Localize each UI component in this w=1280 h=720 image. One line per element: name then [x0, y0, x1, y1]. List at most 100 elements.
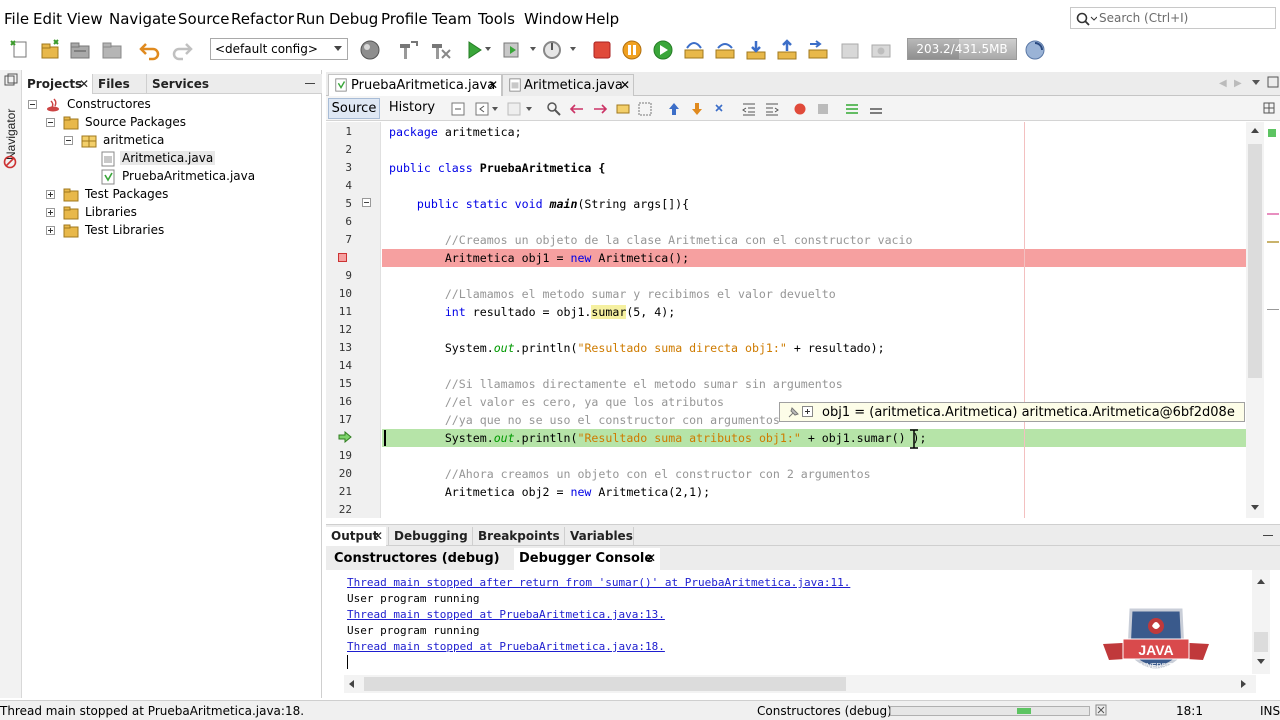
chevron-down-icon[interactable]	[485, 47, 491, 51]
source-tab[interactable]: Source	[328, 98, 380, 119]
stripe-marker[interactable]	[1267, 213, 1279, 215]
back-icon[interactable]	[474, 101, 490, 117]
menu-refactor[interactable]: Refactor	[231, 10, 294, 28]
menu-view[interactable]: View	[67, 10, 103, 28]
scrollbar-thumb[interactable]	[364, 677, 846, 691]
scroll-left-icon[interactable]: ◀	[1219, 78, 1227, 89]
new-file-icon[interactable]	[8, 38, 32, 62]
menu-navigate[interactable]: Navigate	[109, 10, 176, 28]
menu-edit[interactable]: Edit	[33, 10, 62, 28]
maximize-icon[interactable]	[1267, 76, 1279, 88]
tab-breakpoints[interactable]: Breakpoints	[472, 527, 564, 547]
scroll-right-icon[interactable]	[1241, 680, 1246, 688]
close-icon[interactable]: ✕	[620, 78, 630, 92]
globe-icon[interactable]	[358, 38, 382, 62]
fold-icon[interactable]	[362, 198, 371, 207]
collapse-icon[interactable]	[28, 100, 37, 109]
tab-pruebaaritmetica-java[interactable]: PruebaAritmetica.java ✕	[328, 74, 502, 96]
scrollbar-thumb[interactable]	[1254, 632, 1268, 652]
stop-icon[interactable]	[590, 38, 614, 62]
menu-team[interactable]: Team	[432, 10, 472, 28]
debug-project-icon[interactable]	[500, 38, 524, 62]
navigator-close-icon[interactable]	[3, 155, 17, 169]
toggle-highlight-icon[interactable]	[637, 101, 653, 117]
window-restore-icon[interactable]	[4, 73, 18, 87]
close-icon[interactable]: ✕	[646, 551, 656, 565]
tree-node-pruebaaritmetica-java[interactable]: PruebaAritmetica.java	[98, 168, 306, 186]
find-icon[interactable]	[546, 101, 562, 117]
step-over-expression-icon[interactable]	[713, 38, 737, 62]
undo-icon[interactable]	[138, 38, 162, 62]
tab-aritmetica-java[interactable]: Aritmetica.java ✕	[502, 74, 634, 96]
scroll-down-icon[interactable]	[1251, 505, 1259, 510]
new-project-icon[interactable]	[38, 38, 62, 62]
find-selection-icon[interactable]	[615, 101, 631, 117]
next-bookmark-icon[interactable]	[689, 101, 705, 117]
scroll-right-icon[interactable]: ▶	[1234, 78, 1242, 89]
expand-icon[interactable]	[46, 190, 55, 199]
garbage-collect-icon[interactable]	[1023, 38, 1047, 62]
tree-node-test-packages[interactable]: Test Packages	[44, 186, 306, 204]
scroll-up-icon[interactable]	[1257, 579, 1265, 584]
memory-usage-bar[interactable]: 203.2/431.5MB	[907, 38, 1017, 60]
step-over-icon[interactable]	[682, 38, 706, 62]
chevron-down-icon[interactable]	[570, 47, 576, 51]
chevron-down-icon[interactable]	[530, 47, 536, 51]
step-into-icon[interactable]	[744, 38, 768, 62]
build-icon[interactable]	[396, 38, 420, 62]
toggle-bookmark-icon[interactable]	[712, 101, 728, 117]
expand-icon[interactable]	[46, 226, 55, 235]
tab-services[interactable]: Services	[146, 74, 226, 94]
stripe-marker[interactable]	[1267, 309, 1279, 310]
error-stripe[interactable]	[1265, 122, 1280, 518]
step-out-icon[interactable]	[775, 38, 799, 62]
continue-icon[interactable]	[651, 38, 675, 62]
chevron-down-icon[interactable]	[492, 107, 498, 111]
menu-tools[interactable]: Tools	[478, 10, 515, 28]
pin-icon[interactable]	[786, 406, 800, 420]
tree-node-test-libraries[interactable]: Test Libraries	[44, 222, 306, 240]
close-project-icon[interactable]	[100, 38, 124, 62]
chevron-down-icon[interactable]	[1252, 80, 1260, 85]
find-next-icon[interactable]	[592, 101, 608, 117]
shift-left-icon[interactable]	[741, 101, 757, 117]
menu-help[interactable]: Help	[585, 10, 619, 28]
tab-files[interactable]: Files	[92, 74, 146, 94]
close-icon[interactable]: ✕	[79, 77, 89, 91]
scroll-up-icon[interactable]	[1251, 128, 1259, 133]
stripe-marker[interactable]	[1267, 241, 1279, 243]
uncomment-icon[interactable]	[868, 101, 884, 117]
split-editor-icon[interactable]	[1263, 102, 1275, 114]
line-number-gutter[interactable]: 1 2 3 4 5 6 7 9 10 11 12 13 14 15 16 17 …	[326, 122, 381, 518]
menu-window[interactable]: Window	[524, 10, 583, 28]
menu-debug[interactable]: Debug	[329, 10, 378, 28]
redo-icon[interactable]	[170, 38, 194, 62]
tree-node-project[interactable]: Constructores	[26, 96, 306, 114]
last-edit-icon[interactable]	[450, 101, 466, 117]
run-icon[interactable]	[462, 38, 486, 62]
console-link[interactable]: Thread main stopped after return from 's…	[347, 576, 850, 589]
search-box[interactable]: Search (Ctrl+I)	[1070, 7, 1276, 29]
history-tab[interactable]: History	[386, 98, 438, 119]
shift-right-icon[interactable]	[764, 101, 780, 117]
run-to-cursor-icon[interactable]	[806, 38, 830, 62]
open-project-icon[interactable]	[68, 38, 92, 62]
close-icon[interactable]: ✕	[373, 529, 383, 543]
minimize-icon[interactable]	[1263, 535, 1273, 536]
tab-variables[interactable]: Variables	[564, 527, 634, 547]
collapse-icon[interactable]	[46, 118, 55, 127]
tab-debugger-console[interactable]: Debugger Console ✕	[514, 548, 660, 570]
config-dropdown[interactable]: <default config>	[210, 38, 348, 60]
menu-run[interactable]: Run	[296, 10, 325, 28]
console-vertical-scrollbar[interactable]	[1252, 570, 1270, 674]
scrollbar-thumb[interactable]	[1248, 144, 1262, 378]
close-icon[interactable]: ✕	[488, 78, 498, 92]
scroll-left-icon[interactable]	[349, 680, 354, 688]
tab-constructores-debug[interactable]: Constructores (debug)	[328, 548, 512, 570]
previous-bookmark-icon[interactable]	[666, 101, 682, 117]
chevron-down-icon[interactable]	[526, 107, 532, 111]
scroll-down-icon[interactable]	[1257, 659, 1265, 664]
start-macro-icon[interactable]	[793, 102, 807, 116]
menu-profile[interactable]: Profile	[381, 10, 428, 28]
tree-node-aritmetica-java[interactable]: Aritmetica.java	[98, 150, 306, 168]
